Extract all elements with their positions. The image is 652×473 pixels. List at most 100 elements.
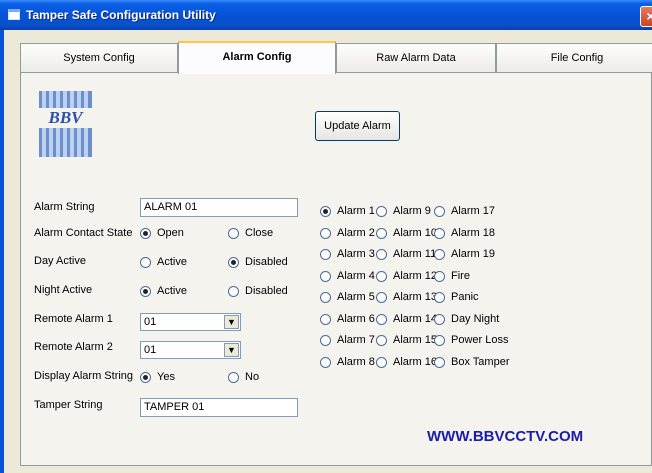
alarm-radio-alarm-14[interactable]: Alarm 14 [376, 313, 437, 325]
radio-label: Fire [451, 270, 470, 282]
remote-alarm-2-label: Remote Alarm 2 [34, 341, 113, 353]
radio-button-icon [228, 256, 239, 268]
radio-label: Yes [157, 371, 175, 383]
radio-label: Box Tamper [451, 356, 510, 368]
radio-label: Alarm 3 [337, 248, 375, 260]
radio-label: Alarm 8 [337, 356, 375, 368]
alarm-radio-alarm-9[interactable]: Alarm 9 [376, 205, 431, 217]
day-active-label: Day Active [34, 255, 86, 267]
alarm-radio-alarm-8[interactable]: Alarm 8 [320, 356, 375, 368]
night-active-disabled-radio[interactable]: Disabled [228, 285, 288, 297]
radio-button-icon [140, 227, 151, 239]
app-window-icon [8, 9, 20, 20]
alarm-radio-alarm-10[interactable]: Alarm 10 [376, 227, 437, 239]
radio-button-icon [376, 248, 387, 260]
alarm-radio-alarm-19[interactable]: Alarm 19 [434, 248, 495, 260]
chevron-down-icon[interactable]: ▼ [224, 315, 239, 329]
remote-alarm-2-value: 01 [144, 344, 157, 356]
radio-button-icon [320, 270, 331, 282]
night-active-label: Night Active [34, 284, 93, 296]
radio-button-icon [376, 270, 387, 282]
day-active-active-radio[interactable]: Active [140, 256, 187, 268]
contact-state-close-radio[interactable]: Close [228, 227, 273, 239]
tab-raw-alarm-data[interactable]: Raw Alarm Data [336, 43, 496, 73]
radio-label: Alarm 12 [393, 270, 438, 282]
radio-label: No [245, 371, 260, 383]
tab-alarm-config[interactable]: Alarm Config [178, 41, 336, 74]
radio-label: Day Night [451, 313, 500, 325]
radio-button-icon [320, 205, 331, 217]
alarm-radio-alarm-6[interactable]: Alarm 6 [320, 313, 375, 325]
radio-button-icon [434, 270, 445, 282]
radio-button-icon [376, 227, 387, 239]
title-bar[interactable]: Tamper Safe Configuration Utility × [0, 0, 652, 30]
alarm-radio-alarm-1[interactable]: Alarm 1 [320, 205, 375, 217]
bbv-logo: BBV [39, 91, 92, 157]
radio-label: Alarm 19 [451, 248, 496, 260]
remote-alarm-1-select[interactable]: 01 ▼ [140, 313, 241, 331]
alarm-radio-alarm-5[interactable]: Alarm 5 [320, 291, 375, 303]
alarm-radio-alarm-17[interactable]: Alarm 17 [434, 205, 495, 217]
radio-label: Alarm 6 [337, 313, 375, 325]
radio-button-icon [140, 285, 151, 297]
alarm-radio-alarm-12[interactable]: Alarm 12 [376, 270, 437, 282]
radio-label: Alarm 14 [393, 313, 438, 325]
window-frame [0, 30, 4, 473]
radio-button-icon [376, 356, 387, 368]
alarm-radio-alarm-13[interactable]: Alarm 13 [376, 291, 437, 303]
radio-button-icon [434, 248, 445, 260]
radio-label: Power Loss [451, 334, 509, 346]
chevron-down-icon[interactable]: ▼ [224, 343, 239, 357]
radio-button-icon [376, 205, 387, 217]
remote-alarm-1-value: 01 [144, 316, 157, 328]
radio-button-icon [320, 334, 331, 346]
night-active-active-radio[interactable]: Active [140, 285, 187, 297]
alarm-radio-fire[interactable]: Fire [434, 270, 470, 282]
alarm-radio-power-loss[interactable]: Power Loss [434, 334, 508, 346]
radio-button-icon [434, 313, 445, 325]
alarm-radio-alarm-11[interactable]: Alarm 11 [376, 248, 436, 260]
alarm-radio-alarm-4[interactable]: Alarm 4 [320, 270, 375, 282]
alarm-string-label: Alarm String [34, 201, 95, 213]
alarm-radio-alarm-16[interactable]: Alarm 16 [376, 356, 437, 368]
alarm-radio-alarm-7[interactable]: Alarm 7 [320, 334, 375, 346]
contact-state-open-radio[interactable]: Open [140, 227, 184, 239]
contact-state-label: Alarm Contact State [34, 227, 133, 239]
radio-label: Active [157, 285, 187, 297]
tab-system-config[interactable]: System Config [20, 43, 178, 73]
alarm-radio-alarm-18[interactable]: Alarm 18 [434, 227, 495, 239]
display-string-no-radio[interactable]: No [228, 371, 259, 383]
alarm-radio-alarm-15[interactable]: Alarm 15 [376, 334, 437, 346]
tamper-string-label: Tamper String [34, 399, 103, 411]
radio-button-icon [228, 371, 239, 383]
radio-label: Alarm 16 [393, 356, 438, 368]
tamper-string-input[interactable]: TAMPER 01 [140, 398, 298, 417]
radio-label: Alarm 11 [393, 248, 437, 260]
radio-label: Alarm 7 [337, 334, 375, 346]
day-active-disabled-radio[interactable]: Disabled [228, 256, 288, 268]
alarm-radio-panic[interactable]: Panic [434, 291, 479, 303]
radio-button-icon [434, 291, 445, 303]
display-string-yes-radio[interactable]: Yes [140, 371, 175, 383]
alarm-radio-alarm-3[interactable]: Alarm 3 [320, 248, 375, 260]
radio-button-icon [320, 356, 331, 368]
radio-button-icon [434, 356, 445, 368]
radio-button-icon [376, 313, 387, 325]
radio-label: Alarm 15 [393, 334, 438, 346]
alarm-string-input[interactable]: ALARM 01 [140, 198, 298, 217]
close-icon[interactable]: × [640, 6, 652, 27]
radio-button-icon [434, 227, 445, 239]
tab-file-config[interactable]: File Config [496, 43, 652, 73]
radio-label: Close [245, 227, 274, 239]
alarm-radio-box-tamper[interactable]: Box Tamper [434, 356, 510, 368]
radio-label: Alarm 18 [451, 227, 496, 239]
radio-button-icon [376, 334, 387, 346]
radio-label: Active [157, 256, 187, 268]
alarm-radio-alarm-2[interactable]: Alarm 2 [320, 227, 375, 239]
radio-button-icon [320, 248, 331, 260]
radio-label: Alarm 4 [337, 270, 375, 282]
alarm-radio-day-night[interactable]: Day Night [434, 313, 499, 325]
update-alarm-button[interactable]: Update Alarm [315, 111, 400, 141]
radio-label: Alarm 13 [393, 291, 438, 303]
remote-alarm-2-select[interactable]: 01 ▼ [140, 341, 241, 359]
